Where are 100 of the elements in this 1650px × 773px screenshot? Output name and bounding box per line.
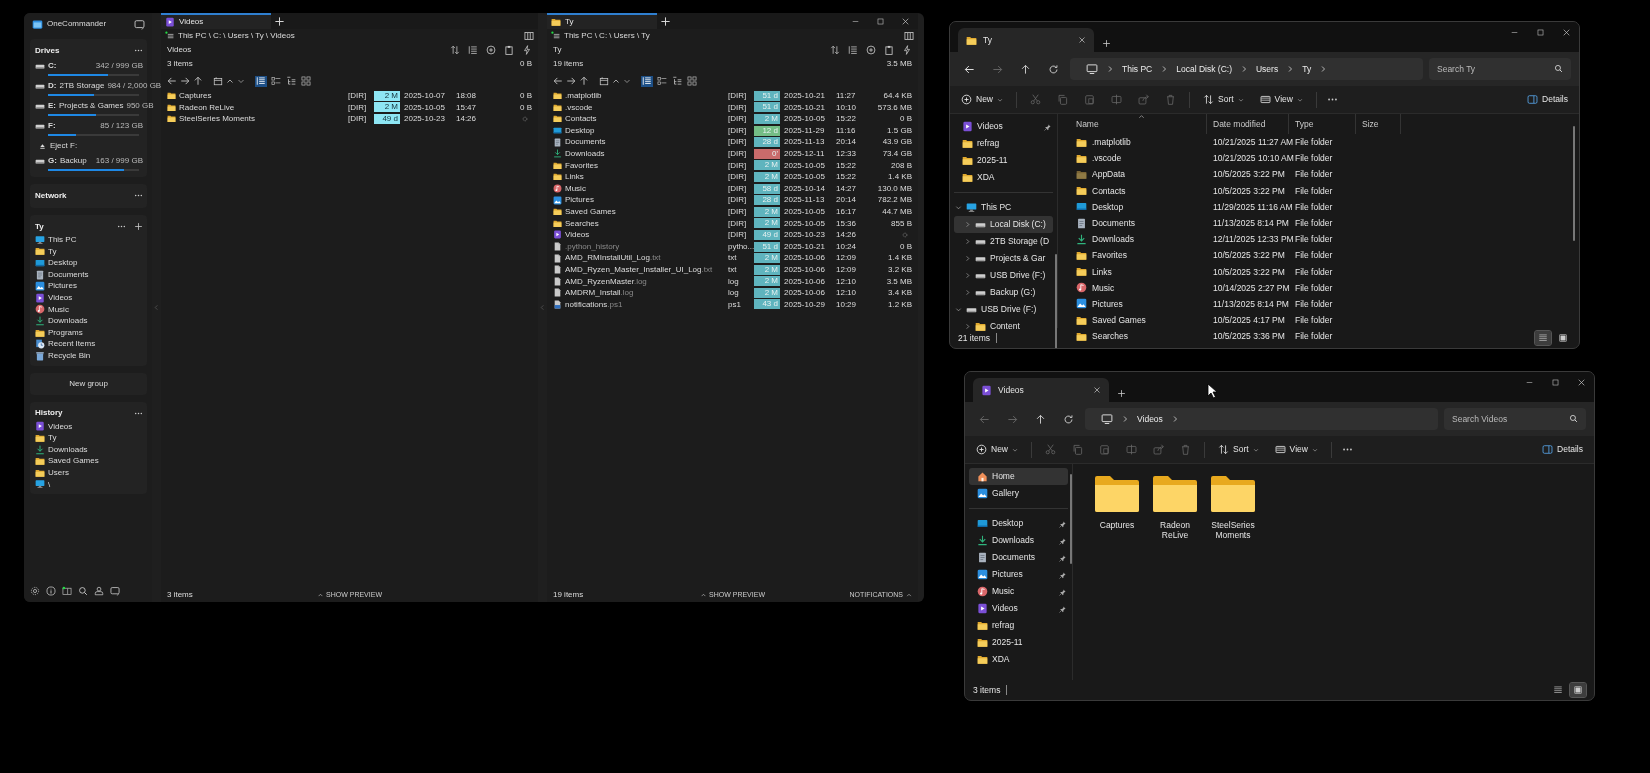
- file-name[interactable]: .vscode: [553, 102, 728, 113]
- drive-letter[interactable]: C:: [48, 60, 57, 71]
- folder-item[interactable]: Radeon ReLive: [1151, 474, 1199, 541]
- nav-item[interactable]: This PC: [954, 199, 1053, 216]
- column-header[interactable]: Size: [1362, 118, 1379, 130]
- file-name[interactable]: AMDRM_Install.log: [553, 288, 728, 298]
- sort-button[interactable]: Sort: [1200, 92, 1247, 107]
- file-name[interactable]: .python_history: [553, 241, 728, 252]
- sidebar-item[interactable]: Downloads: [35, 315, 143, 327]
- search-field[interactable]: Search Ty: [1429, 58, 1571, 80]
- nav-item[interactable]: Desktop: [969, 515, 1068, 532]
- sidebar-item[interactable]: Desktop: [35, 257, 143, 269]
- drive-label[interactable]: Backup: [59, 155, 87, 166]
- file-name[interactable]: Pictures: [1092, 298, 1123, 310]
- nav-item[interactable]: Videos: [969, 600, 1068, 617]
- sidebar-item[interactable]: Music: [35, 303, 143, 316]
- address-bar[interactable]: Videos: [1085, 408, 1438, 430]
- file-name[interactable]: Favorites: [553, 160, 728, 171]
- nav-item[interactable]: Downloads: [969, 532, 1068, 549]
- path-breadcrumb[interactable]: This PC \ C: \ Users \ Ty: [564, 30, 650, 41]
- nav-item[interactable]: XDA: [954, 169, 1053, 186]
- folder-item[interactable]: Captures: [1093, 474, 1141, 541]
- nav-item[interactable]: Pictures: [969, 566, 1068, 583]
- file-name[interactable]: Radeon ReLive: [167, 102, 348, 113]
- sidebar-item[interactable]: Recycle Bin: [35, 349, 143, 362]
- breadcrumb-item[interactable]: This PC: [1122, 63, 1153, 75]
- column-header[interactable]: Date modified: [1213, 118, 1266, 130]
- new-group-button[interactable]: New group: [30, 372, 147, 395]
- breadcrumb-item[interactable]: Local Disk (C:): [1176, 63, 1232, 75]
- search-field[interactable]: Search Videos: [1444, 408, 1586, 430]
- file-name[interactable]: Downloads: [1092, 234, 1135, 245]
- file-name[interactable]: Saved Games: [553, 206, 728, 217]
- nav-item[interactable]: USB Drive (F:): [954, 267, 1053, 284]
- sidebar-item[interactable]: This PC: [35, 234, 143, 246]
- column-header[interactable]: Type: [1295, 118, 1314, 130]
- nav-item[interactable]: XDA: [969, 651, 1068, 668]
- new-button[interactable]: New: [958, 92, 1006, 107]
- drive-label[interactable]: Projects & Games: [59, 100, 124, 111]
- view-button[interactable]: View: [1256, 92, 1306, 107]
- nav-item[interactable]: refrag: [969, 617, 1068, 634]
- new-button[interactable]: New: [973, 442, 1021, 457]
- sidebar-item[interactable]: Users: [35, 466, 143, 479]
- file-name[interactable]: Searches: [553, 218, 728, 229]
- file-name[interactable]: Saved Games: [1092, 315, 1146, 326]
- sidebar-item[interactable]: Pictures: [35, 280, 143, 292]
- folder-item[interactable]: SteelSeries Moments: [1209, 474, 1257, 541]
- file-name[interactable]: Links: [553, 172, 728, 182]
- tab[interactable]: Ty: [547, 13, 657, 29]
- nav-item[interactable]: 2025-11: [969, 634, 1068, 651]
- sidebar-item[interactable]: Recent Items: [35, 338, 143, 350]
- sidebar-item[interactable]: Ty: [35, 245, 143, 258]
- tab[interactable]: Ty: [958, 28, 1094, 52]
- breadcrumb-item[interactable]: Users: [1255, 63, 1279, 75]
- file-name[interactable]: Contacts: [1092, 185, 1126, 196]
- view-button[interactable]: View: [1271, 442, 1321, 457]
- nav-item[interactable]: Projects & Gar: [954, 250, 1053, 267]
- nav-item[interactable]: Videos: [954, 118, 1053, 135]
- nav-item[interactable]: Music: [969, 583, 1068, 600]
- sort-button[interactable]: Sort: [1215, 442, 1262, 457]
- sidebar-item[interactable]: \: [35, 478, 143, 491]
- sidebar-item[interactable]: Programs: [35, 326, 143, 339]
- tab[interactable]: Videos: [161, 13, 271, 29]
- breadcrumb-item[interactable]: Ty: [1302, 63, 1312, 75]
- details-button[interactable]: Details: [1524, 92, 1571, 107]
- nav-item[interactable]: 2TB Storage (D: [954, 233, 1053, 250]
- file-name[interactable]: Searches: [1092, 331, 1128, 342]
- path-breadcrumb[interactable]: This PC \ C: \ Users \ Ty \ Videos: [178, 30, 295, 41]
- breadcrumb-item[interactable]: Videos: [1137, 413, 1163, 425]
- file-name[interactable]: Documents: [1092, 217, 1135, 229]
- file-name[interactable]: SteelSeries Moments: [167, 114, 348, 124]
- tab[interactable]: Videos: [973, 378, 1109, 402]
- nav-item[interactable]: refrag: [954, 135, 1053, 152]
- nav-item[interactable]: Gallery: [969, 485, 1068, 502]
- details-button[interactable]: Details: [1539, 442, 1586, 457]
- file-name[interactable]: AMD_RMInstallUtil_Log.txt: [553, 253, 728, 263]
- drive-label[interactable]: 2TB Storage: [59, 80, 105, 91]
- drive-letter[interactable]: D:: [48, 80, 57, 91]
- file-name[interactable]: Links: [1092, 266, 1112, 277]
- file-name[interactable]: Videos: [553, 230, 728, 240]
- file-name[interactable]: Pictures: [553, 195, 728, 205]
- sidebar-item[interactable]: Downloads: [35, 443, 143, 456]
- file-name[interactable]: Documents: [553, 137, 728, 147]
- sidebar-item[interactable]: Videos: [35, 420, 143, 433]
- sidebar-item[interactable]: Ty: [35, 432, 143, 444]
- file-name[interactable]: Music: [1092, 282, 1115, 293]
- nav-item[interactable]: 2025-11: [954, 152, 1053, 169]
- nav-item[interactable]: USB Drive (F:): [954, 301, 1053, 318]
- sidebar-item[interactable]: Saved Games: [35, 455, 143, 467]
- file-name[interactable]: Music: [553, 183, 728, 194]
- nav-item[interactable]: Home: [969, 468, 1068, 485]
- column-header[interactable]: Name: [1076, 118, 1099, 130]
- address-bar[interactable]: This PC Local Disk (C:) Users Ty: [1070, 58, 1423, 80]
- file-name[interactable]: .matplotlib: [1092, 137, 1131, 148]
- file-name[interactable]: Desktop: [553, 125, 728, 136]
- file-name[interactable]: Favorites: [1092, 250, 1127, 261]
- file-name[interactable]: Contacts: [553, 114, 728, 124]
- file-name[interactable]: notifications.ps1: [553, 299, 728, 310]
- file-name[interactable]: Downloads: [553, 148, 728, 159]
- file-name[interactable]: AppData: [1092, 169, 1126, 180]
- nav-item[interactable]: Content: [954, 318, 1053, 335]
